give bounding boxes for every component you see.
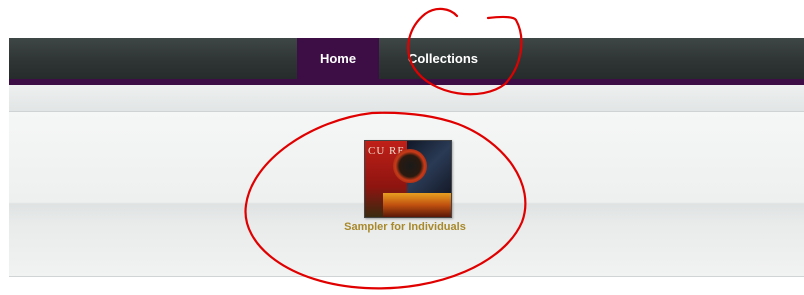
thumbnail-emblem xyxy=(393,149,427,183)
sub-header-bar xyxy=(9,85,804,112)
collection-label[interactable]: Sampler for Individuals xyxy=(320,221,490,233)
collection-thumbnail[interactable]: CU RE xyxy=(364,140,452,218)
tab-home-label: Home xyxy=(319,51,357,66)
tab-collections-label: Collections xyxy=(407,51,479,66)
thumbnail-cover-fire xyxy=(383,193,451,217)
tab-home[interactable]: Home xyxy=(297,38,379,79)
collection-item-sampler[interactable]: CU RE Sampler for Individuals xyxy=(320,140,490,240)
tab-collections[interactable]: Collections xyxy=(379,38,507,79)
